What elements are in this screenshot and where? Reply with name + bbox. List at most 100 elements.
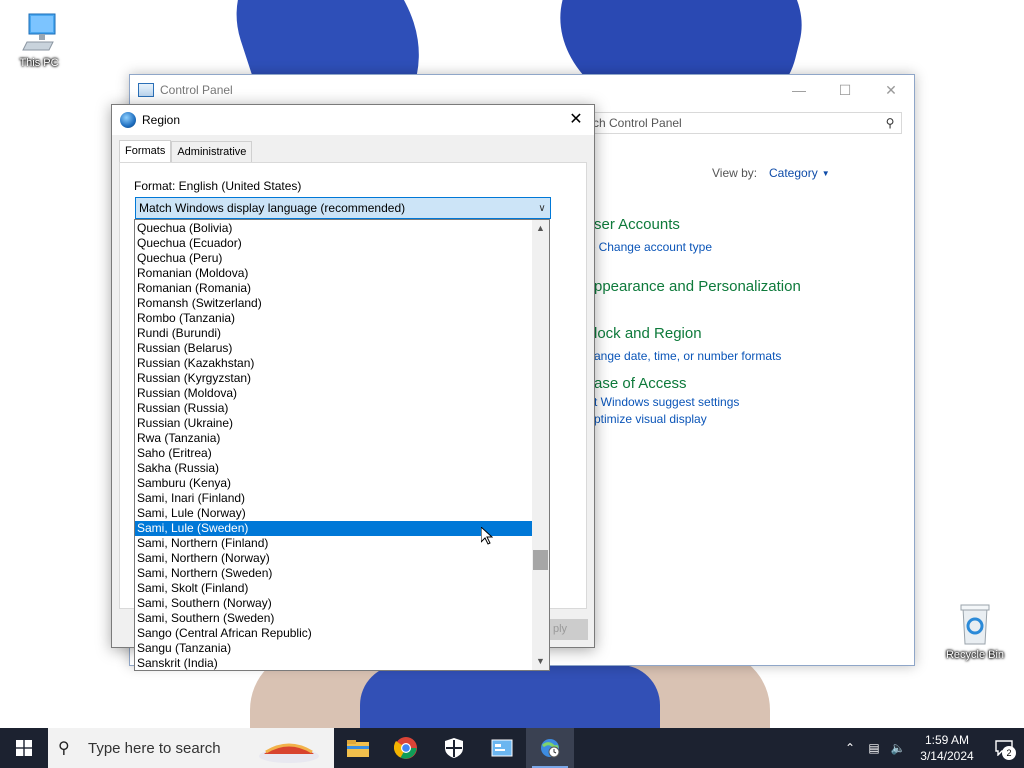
control-panel-icon	[491, 739, 513, 757]
taskbar-windows-security[interactable]	[430, 728, 478, 768]
format-select-value: Match Windows display language (recommen…	[139, 201, 406, 215]
search-icon: ⚲	[58, 740, 70, 757]
category-ease-of-access[interactable]: ase of Access	[594, 375, 687, 392]
dropdown-option[interactable]: Sanskrit (India)	[135, 656, 533, 670]
link-suggest-settings[interactable]: t Windows suggest settings	[594, 395, 739, 409]
minimize-button[interactable]: —	[776, 75, 822, 105]
taskbar-chrome[interactable]	[382, 728, 430, 768]
category-clock-and-region[interactable]: lock and Region	[594, 325, 702, 342]
action-center-button[interactable]: 2	[984, 728, 1024, 768]
dropdown-option[interactable]: Rwa (Tanzania)	[135, 431, 533, 446]
view-by-dropdown[interactable]: Category ▼	[769, 166, 830, 180]
link-optimize-display[interactable]: ptimize visual display	[594, 412, 707, 426]
search-input-text: ch Control Panel	[593, 116, 682, 130]
scrollbar-thumb[interactable]	[533, 550, 548, 570]
dropdown-option[interactable]: Sango (Central African Republic)	[135, 626, 533, 641]
chevron-up-icon[interactable]: ⌃	[838, 741, 862, 755]
dropdown-option[interactable]: Sami, Lule (Norway)	[135, 506, 533, 521]
dropdown-option[interactable]: Sami, Northern (Sweden)	[135, 566, 533, 581]
dropdown-option[interactable]: Quechua (Peru)	[135, 251, 533, 266]
dropdown-option[interactable]: Sami, Inari (Finland)	[135, 491, 533, 506]
dropdown-options: Quechua (Bolivia) Quechua (Ecuador) Quechu…	[135, 221, 533, 670]
category-appearance[interactable]: ppearance and Personalization	[594, 278, 801, 295]
wallpaper-shape	[360, 665, 660, 728]
scroll-down-icon[interactable]: ▼	[532, 653, 549, 670]
clock-time: 1:59 AM	[924, 733, 970, 747]
taskbar-search-box[interactable]: ⚲ Type here to search	[48, 728, 334, 768]
dropdown-option[interactable]: Russian (Kyrgyzstan)	[135, 371, 533, 386]
dropdown-option[interactable]: Samburu (Kenya)	[135, 476, 533, 491]
close-button[interactable]: ✕	[566, 110, 586, 130]
close-button[interactable]: ✕	[868, 75, 914, 105]
window-controls: — ☐ ✕	[776, 75, 914, 105]
dialog-title: Region	[142, 113, 181, 127]
desktop-icon-recycle-bin[interactable]: Recycle Bin	[943, 602, 1007, 661]
view-by-label: View by:	[712, 166, 758, 180]
dropdown-scrollbar[interactable]: ▲ ▼	[532, 220, 549, 670]
control-panel-search-input[interactable]: ch Control Panel ⚲	[592, 112, 902, 134]
category-user-accounts[interactable]: ser Accounts	[594, 216, 680, 233]
link-text: Change account type	[598, 240, 712, 254]
taskbar-control-panel[interactable]	[478, 728, 526, 768]
system-tray: ⌃ ▤ 🔈 1:59 AM 3/14/2024 2	[838, 728, 1024, 768]
caret-down-icon: ▼	[821, 169, 830, 178]
taskbar: ⚲ Type here to search ⌃ ▤ 🔈 1:59 AM 3/14…	[0, 728, 1024, 768]
dropdown-option[interactable]: Russian (Belarus)	[135, 341, 533, 356]
dropdown-option[interactable]: Saho (Eritrea)	[135, 446, 533, 461]
tab-formats[interactable]: Formats	[119, 140, 172, 163]
computer-icon	[22, 13, 56, 51]
recycle-bin-icon	[960, 604, 990, 645]
dropdown-option[interactable]: Romanian (Moldova)	[135, 266, 533, 281]
dropdown-option[interactable]: Russian (Ukraine)	[135, 416, 533, 431]
maximize-button[interactable]: ☐	[822, 75, 868, 105]
link-change-formats[interactable]: ange date, time, or number formats	[594, 349, 781, 363]
desktop-icon-this-pc[interactable]: This PC	[7, 10, 71, 69]
dropdown-option[interactable]: Sami, Lule (Sweden)	[135, 521, 533, 536]
search-icon[interactable]: ⚲	[879, 116, 901, 130]
windows-logo-icon	[16, 740, 32, 756]
dropdown-option[interactable]: Sakha (Russia)	[135, 461, 533, 476]
folder-icon	[347, 740, 369, 757]
dropdown-option[interactable]: Sami, Northern (Finland)	[135, 536, 533, 551]
shield-icon	[445, 738, 463, 758]
dropdown-option[interactable]: Romanian (Romania)	[135, 281, 533, 296]
format-label: Format: English (United States)	[134, 179, 302, 193]
globe-clock-icon	[541, 739, 560, 758]
dropdown-option[interactable]: Romansh (Switzerland)	[135, 296, 533, 311]
taskbar-clock[interactable]: 1:59 AM 3/14/2024	[910, 732, 984, 764]
dropdown-option[interactable]: Quechua (Bolivia)	[135, 221, 533, 236]
dropdown-option[interactable]: Rundi (Burundi)	[135, 326, 533, 341]
desktop-icon-label: This PC	[19, 57, 59, 69]
dropdown-option[interactable]: Sami, Southern (Sweden)	[135, 611, 533, 626]
tab-administrative[interactable]: Administrative	[171, 141, 253, 164]
taskbar-file-explorer[interactable]	[334, 728, 382, 768]
dropdown-option[interactable]: Rombo (Tanzania)	[135, 311, 533, 326]
network-icon[interactable]: ▤	[862, 741, 886, 755]
start-button[interactable]	[0, 728, 48, 768]
dropdown-option[interactable]: Russian (Moldova)	[135, 386, 533, 401]
dropdown-option[interactable]: Sami, Southern (Norway)	[135, 596, 533, 611]
region-titlebar[interactable]: Region	[112, 105, 594, 135]
tab-strip: Formats Administrative	[119, 140, 253, 164]
format-dropdown-list[interactable]: Quechua (Bolivia) Quechua (Ecuador) Quechu…	[134, 219, 550, 671]
dropdown-option[interactable]: Sami, Northern (Norway)	[135, 551, 533, 566]
chrome-icon	[394, 737, 417, 759]
globe-icon	[120, 112, 136, 128]
clock-date: 3/14/2024	[920, 749, 974, 763]
chevron-down-icon[interactable]: ∨	[534, 203, 550, 214]
link-change-account-type[interactable]: ◆ Change account type	[586, 240, 712, 254]
mouse-pointer-icon	[481, 527, 493, 545]
dropdown-option[interactable]: Quechua (Ecuador)	[135, 236, 533, 251]
taskbar-region-settings[interactable]	[526, 728, 574, 768]
dropdown-option[interactable]: Sangu (Tanzania)	[135, 641, 533, 656]
format-select[interactable]: Match Windows display language (recommen…	[135, 197, 551, 219]
search-placeholder: Type here to search	[88, 739, 221, 757]
desktop-icon-label: Recycle Bin	[945, 649, 1005, 661]
window-title: Control Panel	[160, 83, 233, 97]
scroll-up-icon[interactable]: ▲	[532, 220, 549, 237]
notification-count-badge: 2	[1002, 746, 1016, 760]
dropdown-option[interactable]: Sami, Skolt (Finland)	[135, 581, 533, 596]
volume-muted-icon[interactable]: 🔈	[886, 741, 910, 755]
dropdown-option[interactable]: Russian (Kazakhstan)	[135, 356, 533, 371]
dropdown-option[interactable]: Russian (Russia)	[135, 401, 533, 416]
